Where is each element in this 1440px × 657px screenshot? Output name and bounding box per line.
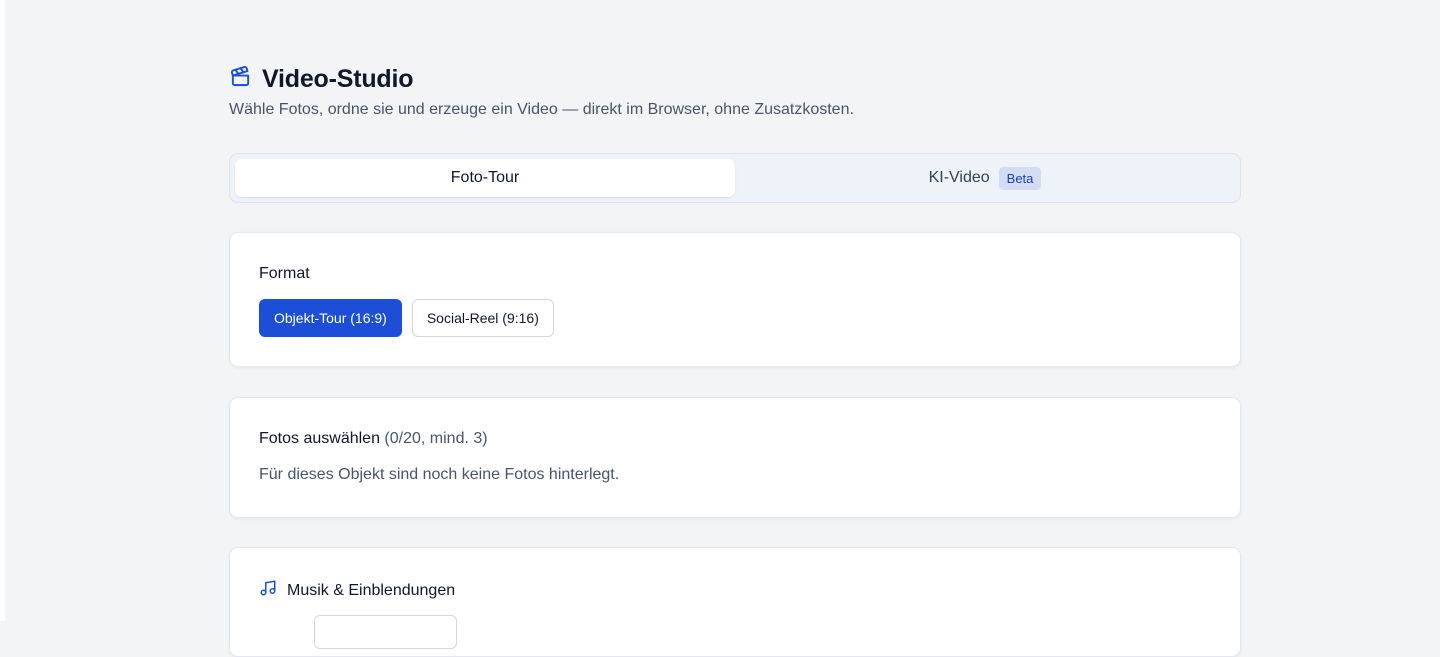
- title-row: Video-Studio: [229, 64, 1241, 94]
- tab-foto-tour[interactable]: Foto-Tour: [235, 159, 735, 197]
- photos-card: Fotos auswählen (0/20, mind. 3) Für dies…: [229, 397, 1241, 518]
- mode-tabs: Foto-Tour KI-Video Beta: [229, 153, 1241, 203]
- tab-label: Foto-Tour: [450, 169, 520, 186]
- tab-ki-video[interactable]: KI-Video Beta: [735, 159, 1235, 197]
- photos-heading-label: Fotos auswählen: [259, 430, 380, 447]
- photos-count: (0/20, mind. 3): [384, 430, 488, 447]
- format-options: Objekt-Tour (16:9) Social-Reel (9:16): [259, 299, 1211, 337]
- tab-label: KI-Video: [928, 169, 990, 186]
- format-social-reel-button[interactable]: Social-Reel (9:16): [411, 299, 554, 337]
- clapperboard-icon: [229, 65, 252, 93]
- music-heading: Musik & Einblendungen: [259, 579, 1211, 602]
- photos-empty-message: Für dieses Objekt sind noch keine Fotos …: [259, 466, 620, 483]
- beta-badge: Beta: [998, 166, 1042, 190]
- photos-heading: Fotos auswählen (0/20, mind. 3): [259, 430, 1211, 448]
- page-title: Video-Studio: [262, 64, 414, 93]
- page-subtitle: Wähle Fotos, ordne sie und erzeuge ein V…: [229, 101, 854, 118]
- format-card: Format Objekt-Tour (16:9) Social-Reel (9…: [229, 232, 1241, 367]
- format-heading: Format: [259, 265, 310, 282]
- music-heading-label: Musik & Einblendungen: [287, 581, 456, 599]
- format-objekt-tour-button[interactable]: Objekt-Tour (16:9): [259, 299, 402, 337]
- music-select[interactable]: [314, 615, 457, 649]
- window-edge: [0, 0, 5, 621]
- music-card: Musik & Einblendungen: [229, 547, 1241, 657]
- page-header: Video-Studio Wähle Fotos, ordne sie und …: [229, 64, 1241, 119]
- music-note-icon: [259, 579, 277, 602]
